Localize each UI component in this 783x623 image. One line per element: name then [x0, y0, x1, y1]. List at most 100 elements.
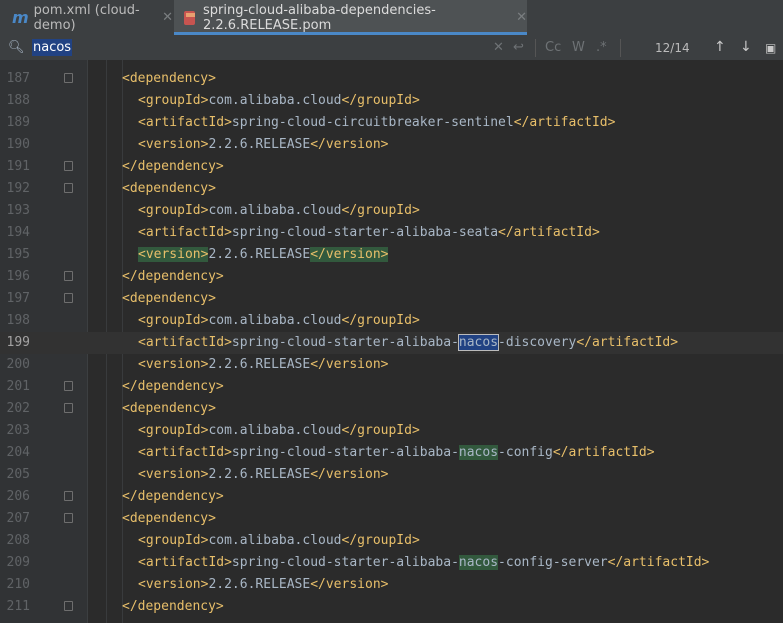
code-text: <dependency> [122, 71, 216, 86]
code-line[interactable]: 206 </dependency> [0, 486, 783, 508]
fold-marker-icon[interactable] [64, 601, 73, 611]
code-line[interactable]: 197 <dependency> [0, 288, 783, 310]
fold-marker-icon[interactable] [64, 403, 73, 413]
xml-tag: </groupId> [341, 93, 420, 108]
line-number: 204 [6, 445, 30, 460]
close-icon[interactable]: ✕ [162, 10, 173, 25]
replace-history-icon[interactable]: ↩ [513, 40, 524, 55]
maven-icon: m [12, 8, 29, 27]
xml-tag: </artifactId> [607, 555, 710, 570]
line-number: 200 [6, 357, 30, 372]
fold-marker-icon[interactable] [64, 161, 73, 171]
tab-pom-xml[interactable]: m pom.xml (cloud-demo) ✕ [0, 0, 173, 35]
xml-tag: </dependency> [122, 489, 224, 504]
regex-icon[interactable]: .* [596, 40, 607, 55]
xml-tag: </dependency> [122, 379, 224, 394]
code-line[interactable]: 203 <groupId>com.alibaba.cloud</groupId> [0, 420, 783, 442]
xml-text: spring-cloud-starter-alibaba- [231, 335, 459, 350]
code-text: <groupId>com.alibaba.cloud</groupId> [138, 313, 420, 328]
line-number: 208 [6, 533, 30, 548]
line-number: 206 [6, 489, 30, 504]
xml-text: -discovery [498, 335, 577, 350]
xml-tag: </artifactId> [513, 115, 616, 130]
xml-tag: <version> [138, 577, 209, 592]
code-text: <dependency> [122, 401, 216, 416]
line-number: 196 [6, 269, 30, 284]
code-line[interactable]: 198 <groupId>com.alibaba.cloud</groupId> [0, 310, 783, 332]
pom-file-icon [184, 10, 195, 25]
fold-marker-icon[interactable] [64, 491, 73, 501]
code-line[interactable]: 202 <dependency> [0, 398, 783, 420]
arrow-up-icon[interactable]: ↑ [714, 39, 726, 55]
code-line[interactable]: 201 </dependency> [0, 376, 783, 398]
xml-text: spring-cloud-circuitbreaker-sentinel [231, 115, 514, 130]
tab-label: pom.xml (cloud-demo) [33, 2, 140, 33]
xml-text: com.alibaba.cloud [208, 313, 342, 328]
code-line[interactable]: 192 <dependency> [0, 178, 783, 200]
line-number: 203 [6, 423, 30, 438]
search-input[interactable]: nacos [32, 39, 73, 56]
code-line[interactable]: 199 <artifactId>spring-cloud-starter-alib… [0, 332, 783, 354]
xml-tag: </groupId> [341, 533, 420, 548]
search-match: </version> [310, 247, 389, 262]
divider [535, 39, 536, 57]
arrow-down-icon[interactable]: ↓ [740, 39, 752, 55]
code-line[interactable]: 208 <groupId>com.alibaba.cloud</groupId> [0, 530, 783, 552]
xml-tag: </artifactId> [498, 225, 600, 240]
fold-marker-icon[interactable] [64, 183, 73, 193]
code-line[interactable]: 195 <version>2.2.6.RELEASE</version> [0, 244, 783, 266]
xml-tag: </artifactId> [552, 445, 655, 460]
close-icon[interactable]: ✕ [516, 10, 527, 25]
xml-text: 2.2.6.RELEASE [208, 467, 311, 482]
code-line[interactable]: 210 <version>2.2.6.RELEASE</version> [0, 574, 783, 596]
filter-icon[interactable]: ▣ [765, 41, 776, 55]
fold-marker-icon[interactable] [64, 293, 73, 303]
code-line[interactable]: 204 <artifactId>spring-cloud-starter-alib… [0, 442, 783, 464]
divider [620, 39, 621, 57]
code-line[interactable]: 193 <groupId>com.alibaba.cloud</groupId> [0, 200, 783, 222]
code-line[interactable]: 191 </dependency> [0, 156, 783, 178]
match-case-icon[interactable]: Cc [545, 40, 561, 55]
code-text: <version>2.2.6.RELEASE</version> [138, 577, 388, 592]
fold-marker-icon[interactable] [64, 73, 73, 83]
code-line[interactable]: 188 <groupId>com.alibaba.cloud</groupId> [0, 90, 783, 112]
fold-marker-icon[interactable] [64, 513, 73, 523]
line-number: 191 [6, 159, 30, 174]
code-line[interactable]: 194 <artifactId>spring-cloud-starter-alib… [0, 222, 783, 244]
xml-tag: <artifactId> [138, 115, 232, 130]
fold-marker-icon[interactable] [64, 271, 73, 281]
code-line[interactable]: 200 <version>2.2.6.RELEASE</version> [0, 354, 783, 376]
xml-tag: </version> [310, 357, 389, 372]
code-text: </dependency> [122, 599, 224, 614]
xml-tag: </groupId> [341, 313, 420, 328]
code-line[interactable]: 205 <version>2.2.6.RELEASE</version> [0, 464, 783, 486]
tab-dependencies-pom[interactable]: spring-cloud-alibaba-dependencies-2.2.6.… [174, 0, 527, 35]
fold-marker-icon[interactable] [64, 381, 73, 391]
xml-tag: <groupId> [138, 533, 209, 548]
code-editor[interactable]: 187 <dependency> 188 <groupId>com.alibaba.c… [0, 60, 783, 623]
line-number: 195 [6, 247, 30, 262]
line-number: 209 [6, 555, 30, 570]
code-line[interactable]: 209 <artifactId>spring-cloud-starter-alib… [0, 552, 783, 574]
xml-text: com.alibaba.cloud [208, 533, 342, 548]
search-match: <version> [138, 247, 209, 262]
code-line[interactable]: 207 <dependency> [0, 508, 783, 530]
line-number: 187 [6, 71, 30, 86]
match-count: 12/14 [655, 41, 690, 55]
code-text: </dependency> [122, 269, 224, 284]
code-line[interactable]: 196 </dependency> [0, 266, 783, 288]
tab-label: spring-cloud-alibaba-dependencies-2.2.6.… [202, 2, 436, 33]
search-icon[interactable]: 🔍︎ [8, 40, 25, 55]
code-line[interactable]: 211 </dependency> [0, 596, 783, 618]
clear-icon[interactable]: ✕ [493, 40, 504, 55]
code-line[interactable]: 190 <version>2.2.6.RELEASE</version> [0, 134, 783, 156]
code-line[interactable]: 187 <dependency> [0, 68, 783, 90]
xml-text: spring-cloud-starter-alibaba-seata [231, 225, 499, 240]
xml-tag: <artifactId> [138, 445, 232, 460]
whole-words-icon[interactable]: W [572, 40, 585, 55]
code-text: <artifactId>spring-cloud-circuitbreaker-… [138, 115, 615, 130]
line-number: 210 [6, 577, 30, 592]
xml-text: com.alibaba.cloud [208, 423, 342, 438]
code-line[interactable]: 189 <artifactId>spring-cloud-circuitbreak… [0, 112, 783, 134]
line-number: 188 [6, 93, 30, 108]
